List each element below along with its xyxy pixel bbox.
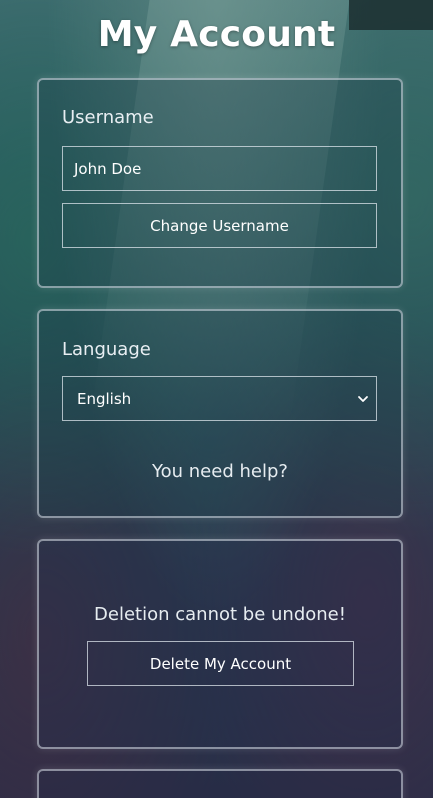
page-title: My Account: [97, 14, 336, 55]
username-card: Username John Doe Change Username: [37, 78, 403, 288]
deletion-warning: Deletion cannot be undone!: [94, 604, 346, 625]
language-select-value: English: [77, 389, 132, 408]
change-username-button[interactable]: Change Username: [62, 203, 377, 248]
chevron-down-icon: [358, 396, 368, 402]
language-select[interactable]: English: [62, 376, 377, 421]
username-input[interactable]: John Doe: [62, 146, 377, 191]
username-label: Username: [62, 107, 154, 128]
delete-account-button[interactable]: Delete My Account: [87, 641, 354, 686]
language-label: Language: [62, 339, 151, 360]
help-link[interactable]: You need help?: [39, 461, 401, 482]
language-card: Language English You need help?: [37, 309, 403, 518]
extra-card: [37, 769, 403, 798]
delete-account-card: Deletion cannot be undone! Delete My Acc…: [37, 539, 403, 749]
